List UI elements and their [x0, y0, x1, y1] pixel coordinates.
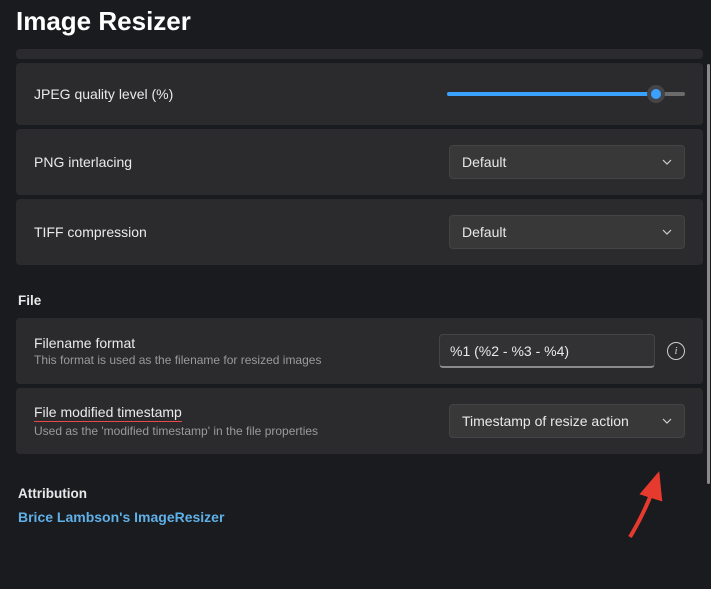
file-modified-timestamp-value: Timestamp of resize action: [462, 413, 629, 429]
chevron-down-icon: [662, 227, 672, 237]
jpeg-quality-slider[interactable]: [447, 92, 685, 96]
png-interlacing-label: PNG interlacing: [34, 154, 132, 170]
file-modified-timestamp-desc: Used as the 'modified timestamp' in the …: [34, 424, 318, 438]
chevron-down-icon: [662, 157, 672, 167]
filename-format-input[interactable]: [439, 334, 655, 368]
file-section-heading: File: [18, 293, 703, 308]
png-interlacing-dropdown[interactable]: Default: [449, 145, 685, 179]
attribution-link[interactable]: Brice Lambson's ImageResizer: [18, 509, 703, 525]
filename-format-row: Filename format This format is used as t…: [16, 318, 703, 384]
file-modified-timestamp-row: File modified timestamp Used as the 'mod…: [16, 388, 703, 454]
vertical-scrollbar[interactable]: [705, 64, 711, 584]
tiff-compression-dropdown[interactable]: Default: [449, 215, 685, 249]
attribution-heading: Attribution: [18, 486, 703, 501]
file-modified-timestamp-dropdown[interactable]: Timestamp of resize action: [449, 404, 685, 438]
jpeg-quality-label: JPEG quality level (%): [34, 86, 173, 102]
chevron-down-icon: [662, 416, 672, 426]
previous-setting-row: [16, 49, 703, 59]
filename-format-label: Filename format: [34, 335, 321, 351]
tiff-compression-row: TIFF compression Default: [16, 199, 703, 265]
page-title: Image Resizer: [0, 0, 711, 49]
png-interlacing-row: PNG interlacing Default: [16, 129, 703, 195]
jpeg-quality-row: JPEG quality level (%): [16, 63, 703, 125]
filename-format-desc: This format is used as the filename for …: [34, 353, 321, 367]
tiff-compression-value: Default: [462, 224, 506, 240]
file-modified-timestamp-label: File modified timestamp: [34, 404, 318, 422]
png-interlacing-value: Default: [462, 154, 506, 170]
info-icon[interactable]: i: [667, 342, 685, 360]
tiff-compression-label: TIFF compression: [34, 224, 147, 240]
